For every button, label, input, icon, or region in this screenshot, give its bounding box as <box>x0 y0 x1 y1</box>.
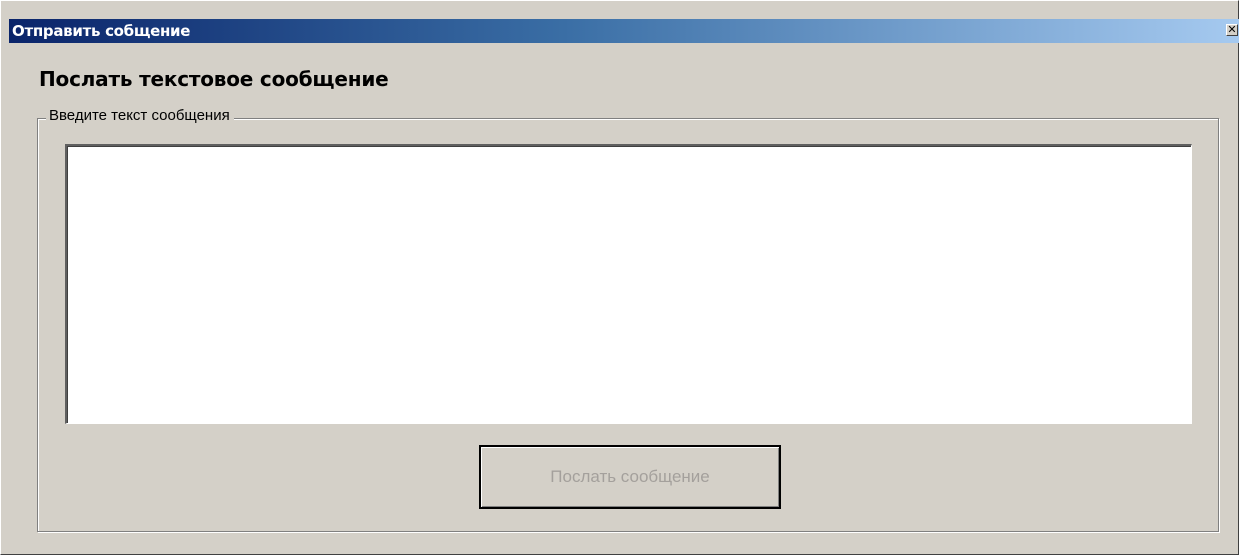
groupbox-label: Введите текст сообщения <box>46 106 234 126</box>
dialog-window: Отправить собщение ✕ Послать текстовое с… <box>0 0 1239 555</box>
page-title: Послать текстовое сообщение <box>39 67 389 91</box>
title-bar[interactable]: Отправить собщение ✕ <box>9 19 1239 43</box>
message-text-input[interactable] <box>65 144 1192 424</box>
send-message-button[interactable]: Послать сообщение <box>479 445 781 509</box>
close-icon[interactable]: ✕ <box>1226 24 1238 36</box>
window-title: Отправить собщение <box>12 22 191 40</box>
